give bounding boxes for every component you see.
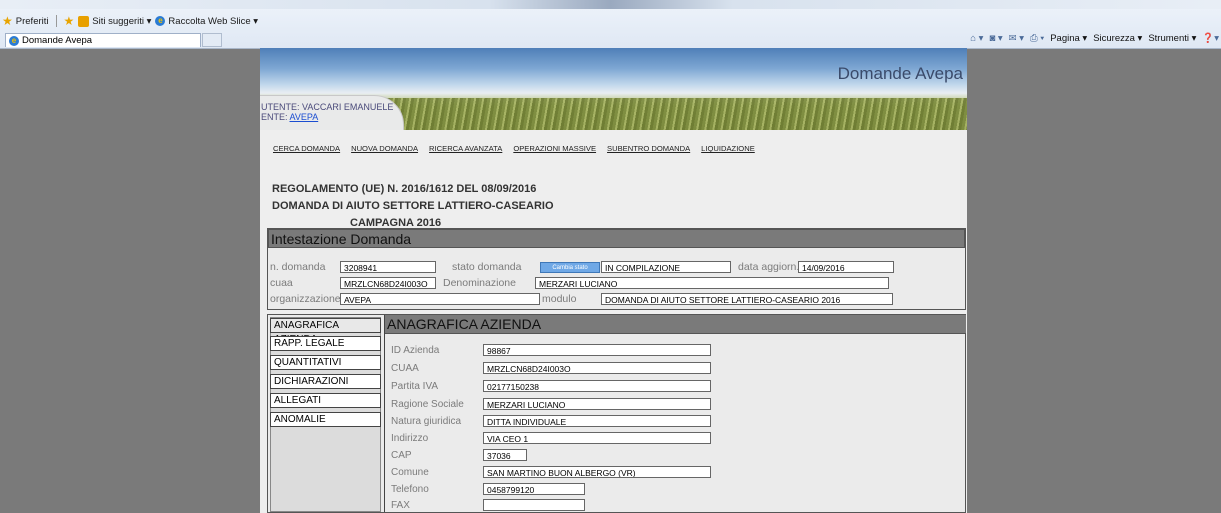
heading-regulation: REGOLAMENTO (UE) N. 2016/1612 DEL 08/09/… — [272, 183, 537, 195]
id-azienda-field[interactable]: 98867 — [483, 344, 711, 356]
cap-field[interactable]: 37036 — [483, 449, 527, 461]
modulo-label: modulo — [542, 293, 577, 305]
help-icon[interactable]: ❓▾ — [1202, 33, 1219, 44]
command-bar: ⌂ ▾ ◙ ▾ ✉ ▾ ⎙ ▾ Pagina ▾ Sicurezza ▾ Str… — [970, 33, 1219, 44]
tab-anomalie[interactable]: ANOMALIE — [270, 412, 381, 427]
intestazione-title: Intestazione Domanda — [268, 229, 965, 248]
tab-rapp-legale[interactable]: RAPP. LEGALE — [270, 336, 381, 351]
organizzazione-field[interactable]: AVEPA — [340, 293, 540, 305]
tab-title: Domande Avepa — [22, 35, 93, 46]
ente-line: ENTE: AVEPA — [260, 112, 403, 122]
suggested-sites-link[interactable]: Siti suggeriti ▾ — [78, 15, 152, 27]
favorites-button[interactable]: ★ Preferiti — [2, 14, 49, 28]
page-heading: REGOLAMENTO (UE) N. 2016/1612 DEL 08/09/… — [272, 181, 572, 232]
modulo-field[interactable]: DOMANDA DI AIUTO SETTORE LATTIERO-CASEAR… — [601, 293, 893, 305]
favorites-label: Preferiti — [15, 15, 49, 27]
main-menu: CERCA DOMANDA NUOVA DOMANDA RICERCA AVAN… — [273, 144, 755, 153]
telefono-label: Telefono — [391, 484, 429, 495]
menu-subentro-domanda[interactable]: SUBENTRO DOMANDA — [607, 144, 690, 153]
suggested-sites-label: Siti suggeriti ▾ — [92, 15, 152, 27]
cuaa-label: CUAA — [391, 363, 419, 374]
favorites-bar: ★ Preferiti ★ Siti suggeriti ▾ e Raccolta … — [0, 12, 258, 30]
user-info-box: UTENTE: VACCARI EMANUELE ENTE: AVEPA — [260, 95, 404, 130]
indirizzo-label: Indirizzo — [391, 433, 429, 444]
ente-prefix: ENTE: — [261, 112, 290, 122]
tab-anagrafica-azienda[interactable]: ANAGRAFICA AZIENDA — [270, 318, 381, 345]
user-label: UTENTE: VACCARI EMANUELE — [261, 102, 394, 112]
partita-iva-field[interactable]: 02177150238 — [483, 380, 711, 392]
cap-label: CAP — [391, 450, 412, 461]
stato-domanda-label: stato domanda — [452, 261, 522, 273]
ie-icon: e — [155, 16, 166, 26]
denominazione-field[interactable]: MERZARI LUCIANO — [535, 277, 889, 289]
n-domanda-label: n. domanda — [270, 261, 326, 273]
anagrafica-panel: ANAGRAFICA AZIENDA ID Azienda 98867 CUAA… — [384, 315, 966, 512]
web-slice-label: Raccolta Web Slice ▾ — [168, 15, 259, 27]
cambia-stato-button[interactable]: Cambia stato — [540, 262, 600, 273]
cuaa-field[interactable]: MRZLCN68D24I003O — [483, 362, 711, 374]
id-azienda-label: ID Azienda — [391, 345, 440, 356]
feeds-icon[interactable]: ◙ ▾ — [989, 33, 1002, 44]
page-menu[interactable]: Pagina ▾ — [1050, 33, 1087, 44]
organizzazione-label: organizzazione — [270, 293, 341, 305]
browser-toolbar: ★ Preferiti ★ Siti suggeriti ▾ e Raccolta … — [0, 0, 1221, 49]
telefono-field[interactable]: 0458799120 — [483, 483, 585, 495]
comune-field[interactable]: SAN MARTINO BUON ALBERGO (VR) — [483, 466, 711, 478]
fax-label: FAX — [391, 500, 410, 511]
heading-domanda: DOMANDA DI AIUTO SETTORE LATTIERO-CASEAR… — [272, 200, 554, 212]
data-aggiornamento-field[interactable]: 14/09/2016 — [798, 261, 894, 273]
anagrafica-title: ANAGRAFICA AZIENDA — [385, 315, 966, 334]
stato-field[interactable]: IN COMPILAZIONE — [601, 261, 731, 273]
menu-nuova-domanda[interactable]: NUOVA DOMANDA — [351, 144, 418, 153]
window-accent — [0, 0, 1221, 9]
browser-tab[interactable]: e Domande Avepa — [5, 33, 201, 47]
indirizzo-field[interactable]: VIA CEO 1 — [483, 432, 711, 444]
menu-liquidazione[interactable]: LIQUIDAZIONE — [701, 144, 755, 153]
n-domanda-field[interactable]: 3208941 — [340, 261, 436, 273]
menu-operazioni-massive[interactable]: OPERAZIONI MASSIVE — [513, 144, 596, 153]
cuaa-field[interactable]: MRZLCN68D24I003O — [340, 277, 436, 289]
ragione-sociale-label: Ragione Sociale — [391, 399, 464, 410]
header-banner: Domande Avepa UTENTE: VACCARI EMANUELE E… — [260, 48, 967, 130]
cuaa-label: cuaa — [270, 277, 293, 289]
natura-giuridica-field[interactable]: DITTA INDIVIDUALE — [483, 415, 711, 427]
domanda-detail-section: ANAGRAFICA AZIENDA RAPP. LEGALE QUANTITA… — [267, 314, 966, 513]
print-icon[interactable]: ⎙ ▾ — [1030, 33, 1044, 44]
tab-allegati[interactable]: ALLEGATI — [270, 393, 381, 408]
tools-menu[interactable]: Strumenti ▾ — [1148, 33, 1196, 44]
natura-giuridica-label: Natura giuridica — [391, 416, 462, 427]
add-favorite-icon[interactable]: ★ — [64, 14, 75, 28]
menu-cerca-domanda[interactable]: CERCA DOMANDA — [273, 144, 340, 153]
menu-ricerca-avanzata[interactable]: RICERCA AVANZATA — [429, 144, 502, 153]
ragione-sociale-field[interactable]: MERZARI LUCIANO — [483, 398, 711, 410]
partita-iva-label: Partita IVA — [391, 381, 439, 392]
web-slice-link[interactable]: e Raccolta Web Slice ▾ — [155, 16, 258, 27]
suggested-sites-icon — [78, 15, 90, 27]
tab-dichiarazioni[interactable]: DICHIARAZIONI — [270, 374, 381, 389]
app-title: Domande Avepa — [837, 64, 963, 83]
security-menu[interactable]: Sicurezza ▾ — [1093, 33, 1142, 44]
denominazione-label: Denominazione — [443, 277, 516, 289]
fax-field[interactable] — [483, 499, 585, 511]
page-content: Domande Avepa UTENTE: VACCARI EMANUELE E… — [260, 48, 967, 513]
tab-quantitativi[interactable]: QUANTITATIVI — [270, 355, 381, 370]
mail-icon[interactable]: ✉ ▾ — [1009, 33, 1024, 44]
comune-label: Comune — [391, 467, 429, 478]
ente-link[interactable]: AVEPA — [290, 112, 319, 122]
ie-icon: e — [9, 35, 19, 46]
home-icon[interactable]: ⌂ ▾ — [970, 33, 983, 44]
data-aggiornamento-label: data aggiorn. — [738, 261, 800, 273]
star-icon: ★ — [2, 14, 13, 28]
separator — [55, 15, 57, 27]
new-tab-button[interactable] — [202, 33, 222, 47]
intestazione-section: Intestazione Domanda n. domanda 3208941 … — [267, 228, 966, 310]
